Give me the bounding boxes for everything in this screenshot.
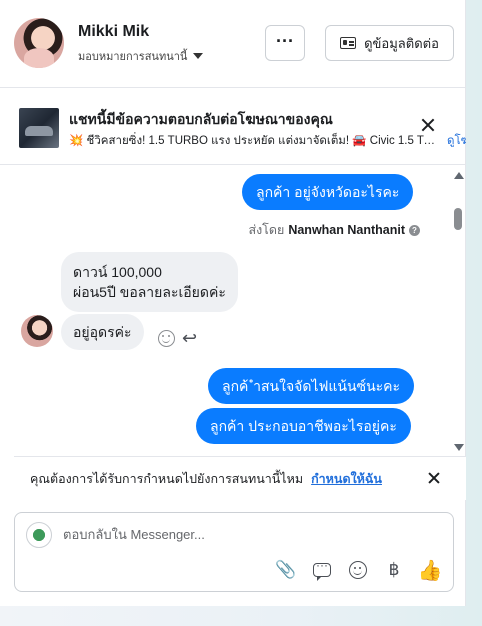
message-composer: 📎 ฿ 👍 xyxy=(14,512,454,592)
conversation-panel: Mikki Mik มอบหมายการสนทนานี้ ··· ดูข้อมู… xyxy=(0,0,466,606)
react-smiley-icon[interactable] xyxy=(158,330,175,347)
ad-banner-title: แชทนี้มีข้อความตอบกลับต่อโฆษณาของคุณ xyxy=(69,111,333,127)
reminder-close-button[interactable] xyxy=(427,471,441,485)
payment-icon[interactable]: ฿ xyxy=(383,559,405,581)
chat-bubble-icon xyxy=(313,558,331,581)
message-thread: ลูกค้า อยู่จังหวัดอะไรคะ ส่งโดย Nanwhan … xyxy=(0,166,466,456)
scroll-up-arrow-icon[interactable] xyxy=(454,172,464,179)
view-contact-button[interactable]: ดูข้อมูลติดต่อ xyxy=(325,25,454,61)
reply-icon[interactable]: ↩ xyxy=(182,328,197,349)
smiley-icon xyxy=(349,561,367,579)
ad-banner-subtitle: 💥 ชีวิคสายซิ่ง! 1.5 TURBO แรง ประหยัด แต… xyxy=(69,135,441,147)
assign-reminder-bar: คุณต้องการได้รับการกำหนดไปยังการสนทนานี้… xyxy=(14,456,466,500)
assign-to-me-link[interactable]: กำหนดให้ฉัน xyxy=(311,469,382,489)
attach-icon[interactable]: 📎 xyxy=(275,559,297,581)
saved-replies-button[interactable] xyxy=(311,558,333,581)
assign-dropdown[interactable]: มอบหมายการสนทนานี้ xyxy=(78,47,204,65)
view-ad-link[interactable]: ดูโฆษณา xyxy=(447,132,466,150)
close-icon xyxy=(420,117,436,133)
view-contact-label: ดูข้อมูลติดต่อ xyxy=(364,35,439,51)
message-bubble-outgoing[interactable]: ลูกค้า อยู่จังหวัดอะไรคะ xyxy=(242,174,414,210)
sent-by-prefix: ส่งโดย xyxy=(248,223,285,237)
ad-banner-close-button[interactable] xyxy=(420,117,436,133)
composer-toolbar: 📎 ฿ 👍 xyxy=(275,558,443,582)
assign-label: มอบหมายการสนทนานี้ xyxy=(78,51,188,63)
assign-reminder-text: คุณต้องการได้รับการกำหนดไปยังการสนทนานี้… xyxy=(30,471,304,486)
ad-thumbnail[interactable] xyxy=(19,108,59,148)
sent-by-line: ส่งโดย Nanwhan Nanthanit ? xyxy=(248,220,420,240)
id-card-icon xyxy=(340,37,357,49)
page-logo-avatar xyxy=(26,522,52,548)
scroll-down-arrow-icon[interactable] xyxy=(454,444,464,451)
ad-reply-banner: แชทนี้มีข้อความตอบกลับต่อโฆษณาของคุณ 💥 ช… xyxy=(0,89,466,165)
message-bubble-outgoing[interactable]: ลูกค้า ประกอบอาชีพอะไรอยู่คะ xyxy=(196,408,411,444)
conversation-header: Mikki Mik มอบหมายการสนทนานี้ ··· ดูข้อมู… xyxy=(0,0,466,88)
thumbs-up-icon[interactable]: 👍 xyxy=(418,559,443,582)
more-options-button[interactable]: ··· xyxy=(265,25,305,61)
message-line: ผ่อน5ปี ขอลายละเอียดค่ะ xyxy=(73,284,226,300)
message-bubble-incoming[interactable]: อยู่อุดรค่ะ xyxy=(61,314,144,350)
emoji-button[interactable] xyxy=(347,559,369,581)
reply-input[interactable] xyxy=(63,527,433,542)
message-bubble-outgoing[interactable]: ลูกค้ ำสนใจจัดไฟแน้นซ์นะคะ xyxy=(208,368,415,404)
scrollbar-thumb[interactable] xyxy=(454,208,462,230)
message-bubble-incoming[interactable]: ดาวน์ 100,000 ผ่อน5ปี ขอลายละเอียดค่ะ xyxy=(61,252,238,312)
sent-by-name: Nanwhan Nanthanit xyxy=(288,223,405,237)
thread-scrollbar[interactable] xyxy=(452,168,464,454)
message-line: ดาวน์ 100,000 xyxy=(73,264,162,280)
help-icon[interactable]: ? xyxy=(409,224,420,236)
caret-down-icon xyxy=(193,53,204,59)
sender-avatar xyxy=(21,315,53,347)
contact-name[interactable]: Mikki Mik xyxy=(78,23,149,41)
avatar[interactable] xyxy=(14,18,64,68)
close-icon xyxy=(427,471,441,485)
